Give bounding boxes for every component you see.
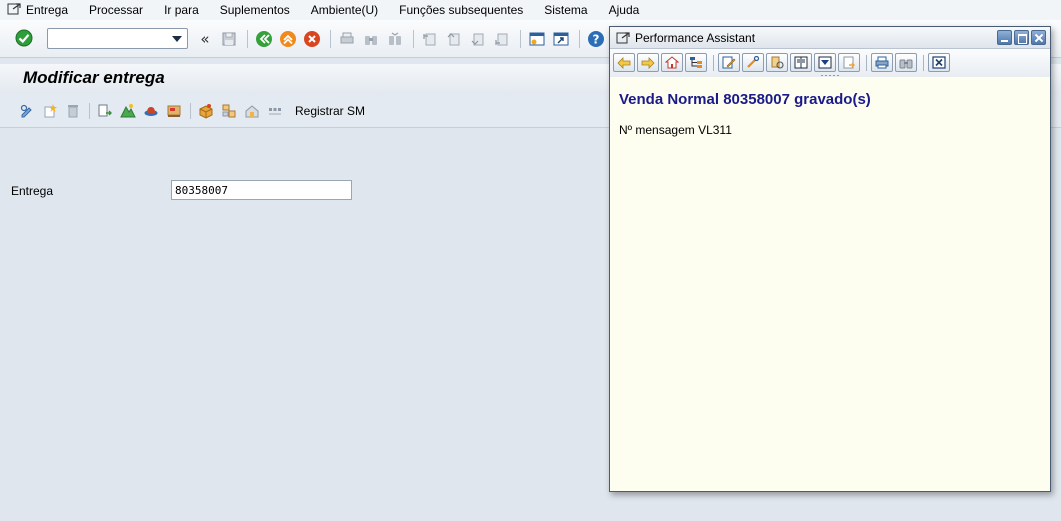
previous-page-icon[interactable] [443,28,465,50]
toolbar-divider [89,103,90,119]
toolbar-divider [520,30,521,48]
document-flow-icon[interactable] [94,101,115,121]
menu-bar: Entrega Processar Ir para Suplementos Am… [0,0,1061,20]
arrow-right-icon[interactable] [637,53,659,72]
settings-icon[interactable] [838,53,860,72]
toolbar-divider [247,30,248,48]
transport-icon[interactable] [163,101,184,121]
menu-item-funcoes-subsequentes[interactable]: Funções subsequentes [399,3,523,17]
menu-window-icon[interactable] [0,0,26,20]
menu-item-ambiente[interactable]: Ambiente(U) [311,3,378,17]
next-page-icon[interactable] [467,28,489,50]
edit-icon[interactable] [718,53,740,72]
entrega-label: Entrega [11,184,54,198]
menu-item-entrega[interactable]: Entrega [26,3,68,17]
display-change-icon[interactable] [16,101,37,121]
menu-item-processar[interactable]: Processar [89,3,143,17]
menu-item-suplementos[interactable]: Suplementos [220,3,290,17]
glossary-icon[interactable] [766,53,788,72]
toolbar-divider [713,54,714,71]
pa-message-heading: Venda Normal 80358007 gravado(s) [619,91,871,108]
partner-icon[interactable] [140,101,161,121]
exit-icon[interactable] [277,28,299,50]
toolbar-divider [923,54,924,71]
toolbar-divider [579,30,580,48]
shortcut-icon[interactable] [550,28,572,50]
entrega-input[interactable] [171,180,352,200]
header-data-icon[interactable] [117,101,138,121]
post-goods-issue-icon[interactable] [241,101,262,121]
pa-content: Venda Normal 80358007 gravado(s) Nº mens… [610,77,1050,491]
technical-info-icon[interactable] [742,53,764,72]
print-icon[interactable] [871,53,893,72]
cancel-icon[interactable] [301,28,323,50]
toolbar-divider [413,30,414,48]
page-title: Modificar entrega [23,68,165,87]
display-options-icon[interactable] [814,53,836,72]
toolbar-divider [866,54,867,71]
print-icon[interactable] [336,28,358,50]
help-icon[interactable]: ? [585,28,607,50]
find-icon[interactable] [360,28,382,50]
registrar-sm-button[interactable]: Registrar SM [295,104,365,118]
window-menu-icon[interactable] [616,31,630,48]
close-icon[interactable] [1031,30,1046,45]
double-chevron-left-icon[interactable]: « [194,28,216,50]
picking-icon[interactable] [195,101,216,121]
minimize-icon[interactable] [997,30,1012,45]
first-page-icon[interactable] [419,28,441,50]
command-field[interactable] [47,28,188,49]
chevron-down-icon[interactable] [172,36,182,42]
find-next-icon[interactable] [384,28,406,50]
create-session-icon[interactable] [526,28,548,50]
find-icon[interactable] [895,53,917,72]
performance-assistant-window: Performance Assistant Venda Normal 80358… [609,26,1051,492]
pa-title-bar[interactable]: Performance Assistant [610,27,1050,49]
create-document-icon[interactable] [39,101,60,121]
arrow-left-icon[interactable] [613,53,635,72]
menu-item-ajuda[interactable]: Ajuda [609,3,640,17]
save-icon[interactable] [218,28,240,50]
pa-message-number: Nº mensagem VL311 [619,123,732,137]
back-icon[interactable] [253,28,275,50]
menu-item-sistema[interactable]: Sistema [544,3,587,17]
maximize-icon[interactable] [1014,30,1029,45]
delete-icon[interactable] [62,101,83,121]
pa-window-title: Performance Assistant [635,31,756,45]
toolbar-divider [330,30,331,48]
packing-icon[interactable] [218,101,239,121]
batch-split-icon[interactable] [264,101,285,121]
svg-text:?: ? [593,33,600,47]
structure-icon[interactable] [685,53,707,72]
menu-item-ir-para[interactable]: Ir para [164,3,199,17]
toolbar-divider [190,103,191,119]
close-assistant-icon[interactable] [928,53,950,72]
home-icon[interactable] [661,53,683,72]
last-page-icon[interactable] [491,28,513,50]
enter-check-icon[interactable] [14,28,36,50]
documentation-icon[interactable] [790,53,812,72]
pa-toolbar [610,49,1050,77]
